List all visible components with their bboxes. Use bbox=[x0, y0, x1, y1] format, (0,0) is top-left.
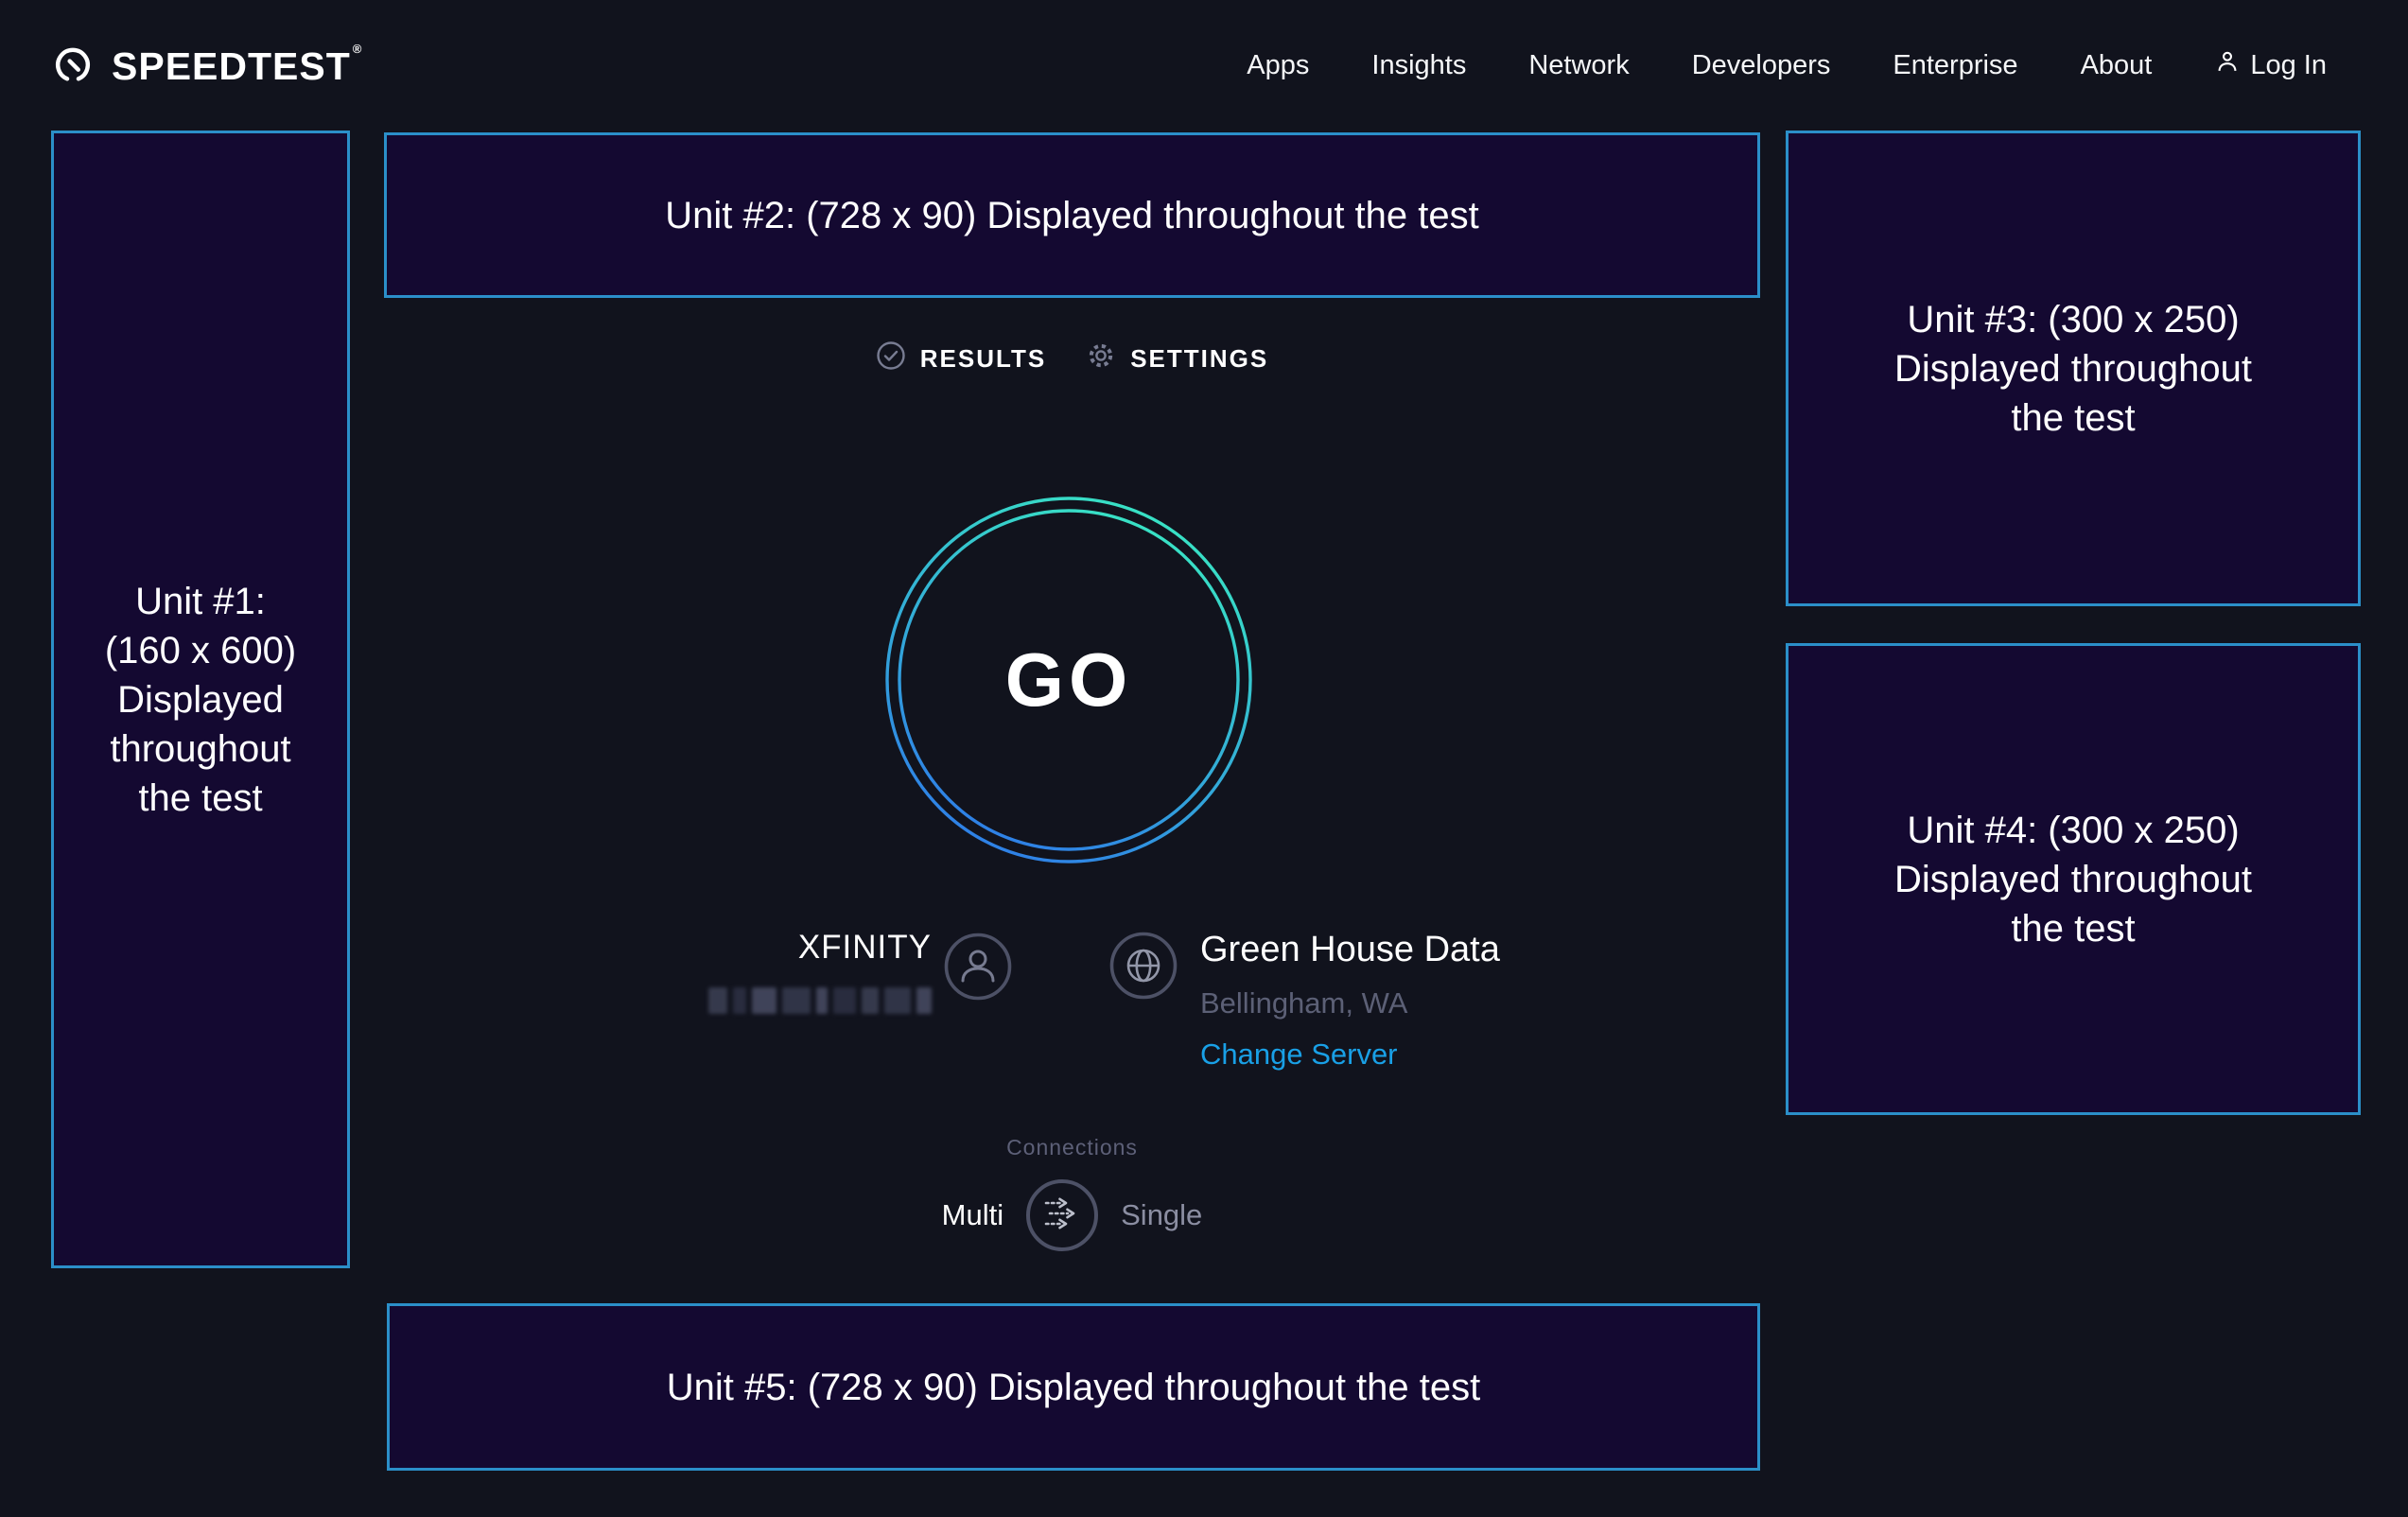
server-globe-icon bbox=[1109, 932, 1178, 1000]
ad-unit-2-leaderboard[interactable]: Unit #2: (728 x 90) Displayed throughout… bbox=[384, 132, 1760, 298]
isp-person-icon bbox=[944, 933, 1012, 1001]
nav-item-about[interactable]: About bbox=[2081, 50, 2153, 81]
nav-item-insights[interactable]: Insights bbox=[1371, 50, 1466, 81]
nav-item-enterprise[interactable]: Enterprise bbox=[1893, 50, 2017, 81]
server-name: Green House Data bbox=[1200, 930, 1500, 970]
go-button-label: GO bbox=[885, 497, 1252, 863]
isp-name: XFINITY bbox=[678, 929, 932, 967]
change-server-link[interactable]: Change Server bbox=[1200, 1037, 1398, 1072]
connections-label: Connections bbox=[384, 1135, 1760, 1160]
login-button[interactable]: Log In bbox=[2214, 48, 2327, 82]
server-block: Green House Data Bellingham, WA Change S… bbox=[1200, 930, 1500, 1072]
ad-unit-1-label: Unit #1: (160 x 600) Displayed throughou… bbox=[105, 577, 296, 823]
results-settings-tabs: RESULTS SETTINGS bbox=[384, 340, 1760, 377]
trademark-mark: ® bbox=[353, 42, 363, 56]
ip-address-redacted bbox=[678, 987, 932, 1014]
check-circle-icon bbox=[876, 340, 906, 377]
connections-multi-option[interactable]: Multi bbox=[942, 1198, 1003, 1232]
nav-item-apps[interactable]: Apps bbox=[1247, 50, 1309, 81]
connections-single-option[interactable]: Single bbox=[1121, 1198, 1202, 1232]
login-label: Log In bbox=[2250, 50, 2327, 81]
ad-unit-3-rectangle[interactable]: Unit #3: (300 x 250) Displayed throughou… bbox=[1786, 131, 2361, 606]
go-button[interactable]: GO bbox=[885, 497, 1252, 863]
ad-unit-5-leaderboard[interactable]: Unit #5: (728 x 90) Displayed throughout… bbox=[387, 1303, 1760, 1471]
tab-results-label: RESULTS bbox=[920, 344, 1046, 374]
ad-unit-4-rectangle[interactable]: Unit #4: (300 x 250) Displayed throughou… bbox=[1786, 643, 2361, 1115]
speedometer-icon bbox=[51, 42, 95, 90]
ad-unit-2-label: Unit #2: (728 x 90) Displayed throughout… bbox=[665, 191, 1479, 240]
isp-block: XFINITY bbox=[678, 929, 932, 1014]
nav-item-developers[interactable]: Developers bbox=[1692, 50, 1831, 81]
connections-mode-row: Multi Single bbox=[942, 1179, 1203, 1251]
nav-item-network[interactable]: Network bbox=[1528, 50, 1629, 81]
ad-unit-1-skyscraper[interactable]: Unit #1: (160 x 600) Displayed throughou… bbox=[51, 131, 350, 1268]
brand-name: SPEEDTEST® bbox=[112, 42, 362, 89]
main-nav: Apps Insights Network Developers Enterpr… bbox=[1247, 48, 2327, 82]
ad-unit-4-label: Unit #4: (300 x 250) Displayed throughou… bbox=[1894, 806, 2252, 953]
tab-settings-label: SETTINGS bbox=[1130, 344, 1268, 374]
server-location: Bellingham, WA bbox=[1200, 986, 1500, 1020]
speedtest-logo[interactable]: SPEEDTEST® bbox=[51, 42, 362, 90]
gear-icon bbox=[1086, 340, 1116, 377]
connections-toggle[interactable] bbox=[1026, 1179, 1098, 1251]
connections-section: Connections Multi Single bbox=[384, 1135, 1760, 1251]
top-nav-bar: SPEEDTEST® Apps Insights Network Develop… bbox=[0, 0, 2408, 131]
ad-unit-3-label: Unit #3: (300 x 250) Displayed throughou… bbox=[1894, 295, 2252, 443]
ad-unit-5-label: Unit #5: (728 x 90) Displayed throughout… bbox=[667, 1363, 1481, 1412]
tab-settings[interactable]: SETTINGS bbox=[1086, 340, 1268, 377]
user-icon bbox=[2214, 48, 2241, 82]
multi-arrows-icon bbox=[1041, 1195, 1083, 1236]
tab-results[interactable]: RESULTS bbox=[876, 340, 1046, 377]
